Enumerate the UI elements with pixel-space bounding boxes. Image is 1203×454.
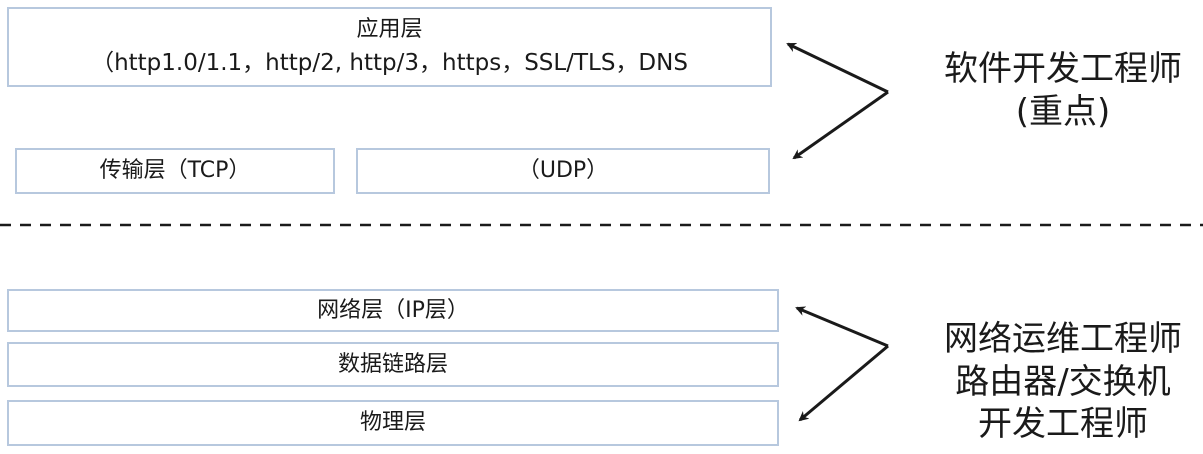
arrow-to-physical-layer (798, 344, 889, 422)
arrow-to-network-layer (795, 306, 889, 348)
arrow-to-application-layer (786, 42, 889, 94)
arrow-to-transport-layer (792, 90, 889, 160)
diagram-connectors (0, 42, 1203, 422)
